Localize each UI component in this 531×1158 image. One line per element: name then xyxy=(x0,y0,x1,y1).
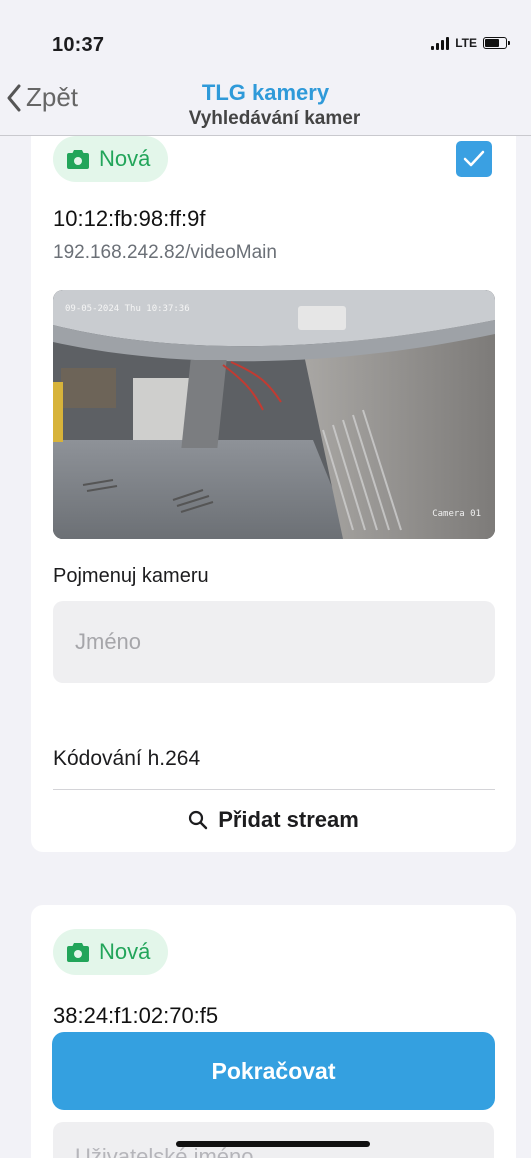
badge-label: Nová xyxy=(99,146,151,171)
status-indicators: LTE xyxy=(431,36,510,50)
battery-icon xyxy=(483,37,510,49)
status-badge: Nová xyxy=(53,136,169,182)
checkmark-icon xyxy=(463,150,485,167)
home-indicator[interactable] xyxy=(176,1141,370,1147)
preview-camera-label: Camera 01 xyxy=(432,509,481,519)
encoding-label: Kódování h.264 xyxy=(53,747,201,770)
camera-icon xyxy=(67,149,89,169)
continue-button[interactable]: Pokračovat xyxy=(52,1032,495,1110)
username-input[interactable]: Uživatelské jméno xyxy=(53,1122,494,1158)
preview-scene xyxy=(53,290,495,539)
status-time: 10:37 xyxy=(52,34,105,56)
status-bar: 10:37 LTE xyxy=(0,0,531,74)
camera-stream-url: 192.168.242.82/videoMain xyxy=(53,242,277,263)
camera-card: Nová 10:12:fb:98:ff:9f 192.168.242.82/vi… xyxy=(31,110,516,852)
add-stream-button[interactable]: Přidat stream xyxy=(31,798,516,842)
camera-icon xyxy=(67,942,89,962)
badge-label: Nová xyxy=(99,939,151,964)
page-title: TLG kamery xyxy=(201,80,330,105)
camera-preview-image: 09-05-2024 Thu 10:37:36 Camera 01 xyxy=(53,290,495,539)
add-stream-label: Přidat stream xyxy=(218,807,359,832)
network-type: LTE xyxy=(455,36,477,50)
preview-timestamp: 09-05-2024 Thu 10:37:36 xyxy=(65,304,190,314)
navigation-bar: Zpět TLG kamery Vyhledávání kamer xyxy=(0,74,531,136)
camera-mac-address: 38:24:f1:02:70:f5 xyxy=(53,1003,219,1028)
page-subtitle: Vyhledávání kamer xyxy=(188,108,361,129)
status-badge: Nová xyxy=(53,929,169,975)
camera-name-input[interactable] xyxy=(53,601,495,683)
search-icon xyxy=(189,810,208,830)
camera-mac-address: 10:12:fb:98:ff:9f xyxy=(53,206,206,231)
signal-icon xyxy=(431,36,450,50)
divider xyxy=(53,789,495,790)
select-camera-checkbox[interactable] xyxy=(456,141,492,177)
camera-name-label: Pojmenuj kameru xyxy=(53,565,209,587)
